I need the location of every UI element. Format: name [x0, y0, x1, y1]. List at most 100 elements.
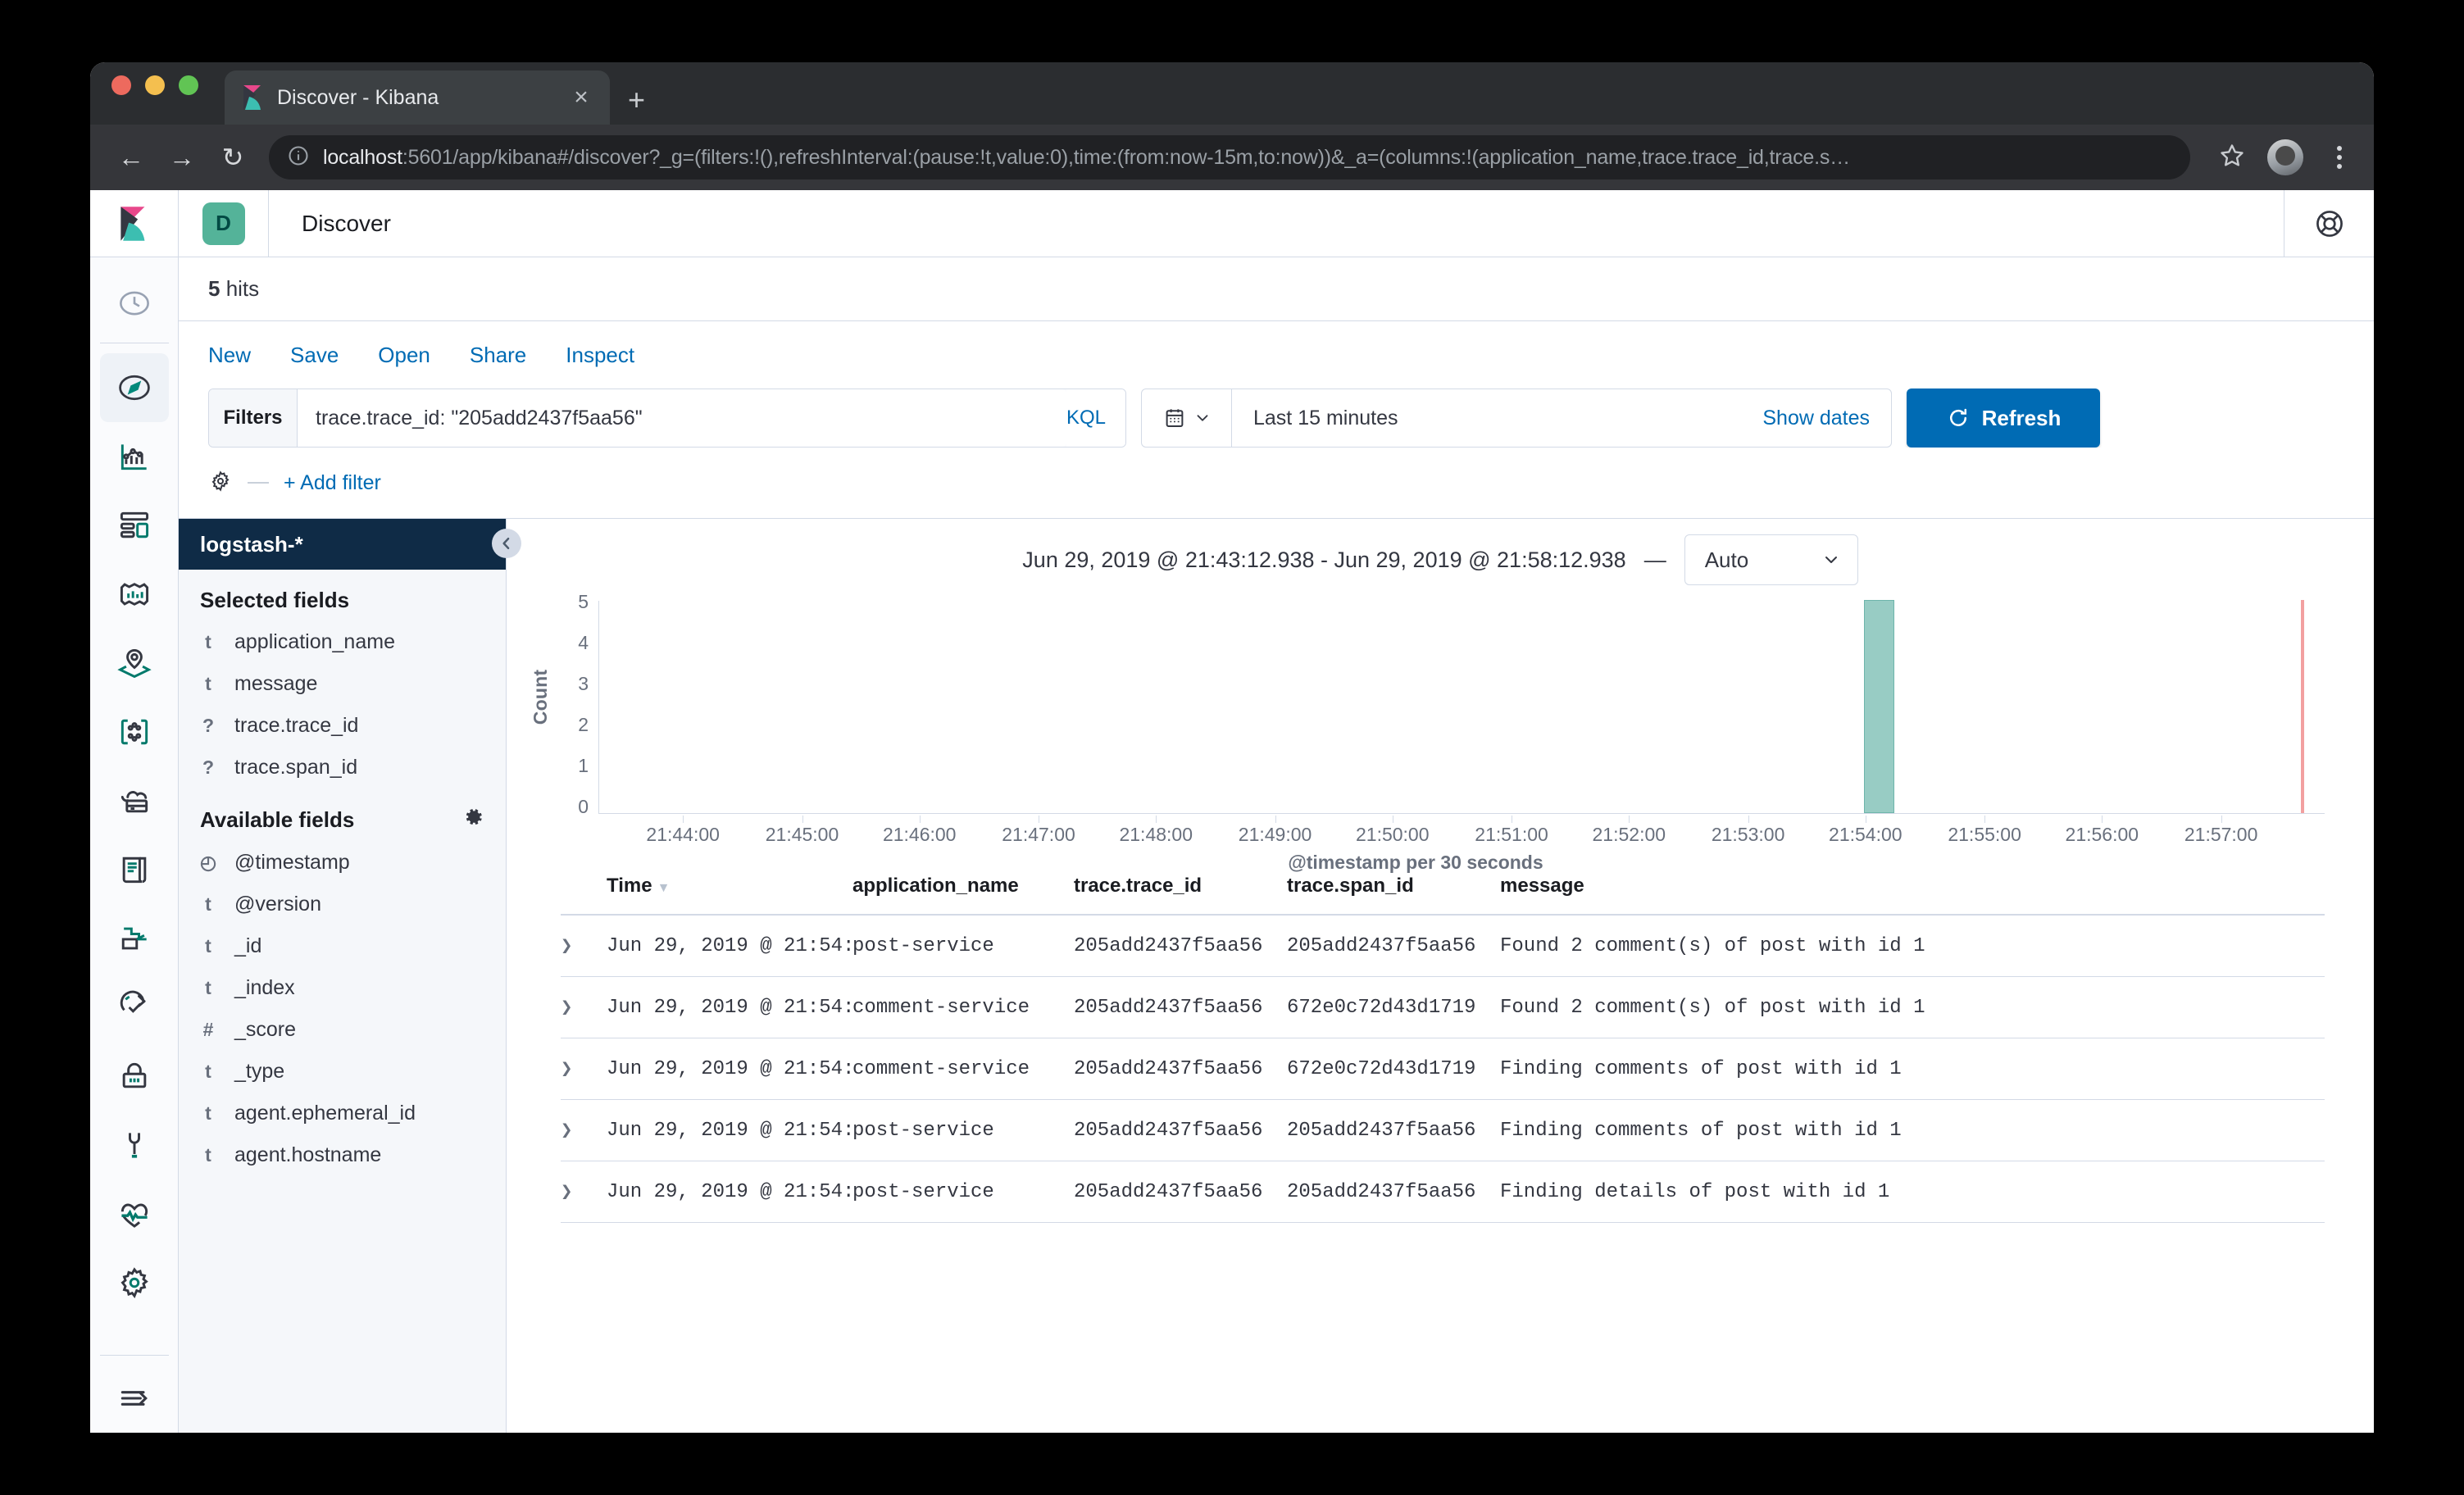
- histogram-interval-select[interactable]: Auto: [1684, 534, 1858, 585]
- expand-row-cell[interactable]: ❯: [561, 915, 607, 977]
- sidebar-item-monitoring[interactable]: [100, 1179, 169, 1248]
- back-button[interactable]: ←: [116, 143, 146, 173]
- close-tab-icon[interactable]: ×: [567, 85, 595, 110]
- field-item-type[interactable]: t _type: [179, 1051, 506, 1093]
- sidebar-item-visualize[interactable]: [100, 422, 169, 491]
- browser-tab[interactable]: Discover - Kibana ×: [225, 70, 610, 125]
- url-input[interactable]: localhost:5601/app/kibana#/discover?_g=(…: [269, 135, 2190, 179]
- collapse-nav-button[interactable]: [100, 1364, 169, 1433]
- field-type-icon: t: [205, 977, 211, 998]
- search-input-value: trace.trace_id: "205add2437f5aa56": [316, 406, 643, 429]
- expand-row-cell[interactable]: ❯: [561, 1161, 607, 1223]
- chevron-right-icon[interactable]: ❯: [561, 1182, 572, 1204]
- field-item-index[interactable]: t _index: [179, 967, 506, 1009]
- query-language-button[interactable]: KQL: [1066, 389, 1125, 447]
- table-row[interactable]: ❯ Jun 29, 2019 @ 21:54:20.621 comment-se…: [561, 976, 2325, 1038]
- refresh-button[interactable]: Refresh: [1907, 389, 2100, 448]
- field-settings-gear-icon[interactable]: [463, 807, 484, 834]
- table-row[interactable]: ❯ Jun 29, 2019 @ 21:54:20.617 comment-se…: [561, 1038, 2325, 1100]
- query-bar: Filters trace.trace_id: "205add2437f5aa5…: [179, 389, 2374, 448]
- sidebar-item-apm[interactable]: [100, 904, 169, 973]
- maximize-window-button[interactable]: [179, 75, 198, 95]
- field-type-icon: ?: [202, 715, 215, 736]
- hit-count: 5 hits: [208, 276, 259, 302]
- table-row[interactable]: ❯ Jun 29, 2019 @ 21:54:20.838 post-servi…: [561, 915, 2325, 977]
- sidebar-item-maps[interactable]: [100, 629, 169, 698]
- kibana-body: 5 hits New Save Open Share Inspect Filte…: [90, 257, 2374, 1433]
- sidebar-item-recently-viewed[interactable]: [100, 269, 169, 338]
- minimize-window-button[interactable]: [145, 75, 165, 95]
- app-badge: D: [202, 202, 245, 245]
- expand-row-cell[interactable]: ❯: [561, 976, 607, 1038]
- reload-button[interactable]: ↻: [218, 142, 248, 173]
- x-tick-label: 21:51:00: [1475, 824, 1548, 845]
- sort-desc-icon[interactable]: ▼: [657, 881, 671, 895]
- browser-menu-button[interactable]: [2325, 146, 2354, 169]
- field-item-version[interactable]: t @version: [179, 884, 506, 925]
- histogram-y-axis: 5 4 3 2 1 0: [549, 591, 589, 817]
- field-item-trace-trace-id[interactable]: ? trace.trace_id: [179, 705, 506, 747]
- field-name-label: agent.hostname: [234, 1143, 382, 1166]
- search-bar-group: Filters trace.trace_id: "205add2437f5aa5…: [208, 389, 1126, 448]
- sidebar-item-infrastructure[interactable]: [100, 766, 169, 835]
- sidebar-item-uptime[interactable]: [100, 973, 169, 1042]
- collapse-sidebar-button[interactable]: [492, 529, 521, 558]
- x-tick-label: 21:52:00: [1592, 824, 1666, 845]
- cell-message: Finding comments of post with id 1: [1500, 1038, 2325, 1100]
- sidebar-item-discover[interactable]: [99, 353, 169, 422]
- bookmark-star-icon[interactable]: [2218, 142, 2246, 174]
- discover-content-area: logstash-* Selected fields t application…: [179, 518, 2374, 1433]
- field-item-agent-hostname[interactable]: t agent.hostname: [179, 1134, 506, 1176]
- sidebar-item-canvas[interactable]: [100, 560, 169, 629]
- site-info-icon[interactable]: [287, 144, 310, 171]
- histogram-bar[interactable]: [1863, 600, 1894, 813]
- selected-fields-label: Selected fields: [200, 588, 350, 612]
- index-pattern-selector[interactable]: logstash-*: [179, 519, 506, 570]
- field-type-icon: t: [205, 631, 211, 652]
- add-filter-button[interactable]: + Add filter: [284, 471, 381, 495]
- expand-row-cell[interactable]: ❯: [561, 1038, 607, 1100]
- cell-span-id: 672e0c72d43d1719: [1287, 976, 1500, 1038]
- field-item-score[interactable]: # _score: [179, 1009, 506, 1051]
- url-host: localhost: [323, 145, 402, 169]
- quick-select-menu-button[interactable]: [1142, 389, 1232, 447]
- field-item-timestamp[interactable]: ◴ @timestamp: [179, 842, 506, 884]
- open-button[interactable]: Open: [378, 343, 430, 368]
- field-item-application-name[interactable]: t application_name: [179, 621, 506, 663]
- share-button[interactable]: Share: [470, 343, 526, 368]
- close-window-button[interactable]: [111, 75, 131, 95]
- table-row[interactable]: ❯ Jun 29, 2019 @ 21:54:20.305 post-servi…: [561, 1099, 2325, 1161]
- histogram-range-label: Jun 29, 2019 @ 21:43:12.938 - Jun 29, 20…: [1022, 547, 1626, 572]
- search-input[interactable]: trace.trace_id: "205add2437f5aa56": [298, 389, 1066, 447]
- kibana-home-link[interactable]: [90, 189, 179, 257]
- table-row[interactable]: ❯ Jun 29, 2019 @ 21:54:20.292 post-servi…: [561, 1161, 2325, 1223]
- chevron-right-icon[interactable]: ❯: [561, 1059, 572, 1081]
- chevron-right-icon[interactable]: ❯: [561, 997, 572, 1020]
- filter-options-gear-icon[interactable]: [208, 469, 233, 498]
- expand-row-cell[interactable]: ❯: [561, 1099, 607, 1161]
- help-menu-button[interactable]: [2284, 189, 2374, 257]
- profile-avatar[interactable]: [2267, 139, 2303, 175]
- sidebar-item-management[interactable]: [100, 1248, 169, 1317]
- sidebar-item-logs[interactable]: [100, 835, 169, 904]
- new-button[interactable]: New: [208, 343, 251, 368]
- field-item-agent-ephemeral-id[interactable]: t agent.ephemeral_id: [179, 1093, 506, 1134]
- field-item-trace-span-id[interactable]: ? trace.span_id: [179, 747, 506, 788]
- save-button[interactable]: Save: [290, 343, 339, 368]
- chevron-right-icon[interactable]: ❯: [561, 1120, 572, 1143]
- field-item-message[interactable]: t message: [179, 663, 506, 705]
- sidebar-item-dashboard[interactable]: [100, 491, 169, 560]
- histogram-plot-area[interactable]: [598, 600, 2325, 814]
- sidebar-item-siem[interactable]: [100, 1042, 169, 1111]
- show-dates-button[interactable]: Show dates: [1762, 407, 1891, 430]
- filters-button[interactable]: Filters: [209, 389, 298, 447]
- inspect-button[interactable]: Inspect: [566, 343, 634, 368]
- cell-time: Jun 29, 2019 @ 21:54:20.621: [607, 976, 852, 1038]
- new-tab-button[interactable]: +: [628, 85, 645, 115]
- sidebar-item-machine-learning[interactable]: [100, 698, 169, 766]
- chevron-right-icon[interactable]: ❯: [561, 936, 572, 958]
- sidebar-item-dev-tools[interactable]: [100, 1111, 169, 1179]
- field-item-id[interactable]: t _id: [179, 925, 506, 967]
- forward-button[interactable]: →: [167, 143, 197, 173]
- date-range-value[interactable]: Last 15 minutes: [1232, 407, 1762, 430]
